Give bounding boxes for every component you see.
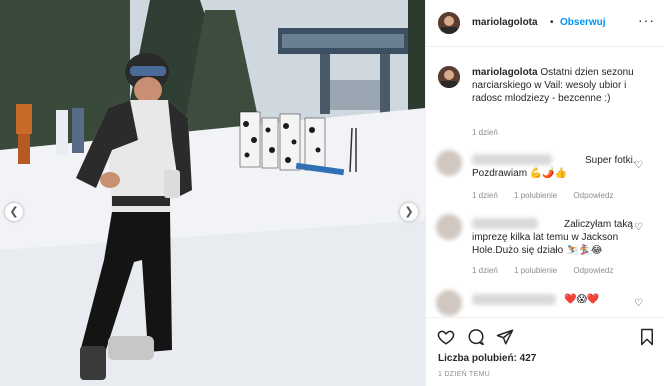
share-icon[interactable] bbox=[496, 328, 514, 346]
post-header: mariolagolota • Obserwuj ··· bbox=[426, 0, 664, 47]
commenter-avatar[interactable] bbox=[436, 214, 462, 240]
post-side-panel: mariolagolota • Obserwuj ··· mariolagolo… bbox=[425, 0, 664, 386]
commenter-name-blurred[interactable] bbox=[472, 294, 556, 305]
commenter-avatar[interactable] bbox=[436, 290, 462, 316]
comment-like-heart-icon[interactable]: ♡ bbox=[634, 160, 643, 171]
post-date[interactable]: 1 DZIEŃ TEMU bbox=[438, 371, 490, 378]
caption-avatar[interactable] bbox=[438, 66, 460, 88]
comment-like-heart-icon[interactable]: ♡ bbox=[634, 222, 643, 233]
header-separator: • bbox=[550, 17, 554, 28]
comment-text: Zaliczyłam taką imprezę kilka lat temu w… bbox=[472, 219, 633, 256]
comment-meta: 1 dzień 1 polubienie Odpowiedz bbox=[472, 191, 627, 200]
next-photo-arrow-icon[interactable]: ❯ bbox=[400, 203, 418, 221]
caption-username[interactable]: mariolagolota bbox=[472, 67, 538, 78]
bookmark-icon[interactable] bbox=[638, 328, 656, 346]
comment-text: Super fotki. Pozdrawiam 💪🌶️👍 bbox=[472, 155, 636, 179]
header-username[interactable]: mariolagolota bbox=[472, 17, 538, 28]
post-actions: Liczba polubień: 427 1 DZIEŃ TEMU bbox=[426, 317, 664, 386]
likes-number: 427 bbox=[519, 353, 537, 364]
post-photo[interactable]: ❮ ❯ bbox=[0, 0, 425, 386]
more-options-icon[interactable]: ··· bbox=[638, 12, 655, 28]
follow-button[interactable]: Obserwuj bbox=[560, 17, 606, 28]
likes-label: Liczba polubień: bbox=[438, 353, 517, 364]
comment-meta: 1 dzień 1 polubienie Odpowiedz bbox=[472, 266, 627, 275]
comment-likes[interactable]: 1 polubienie bbox=[514, 266, 557, 275]
heart-icon[interactable] bbox=[437, 328, 455, 346]
caption-timestamp[interactable]: 1 dzień bbox=[472, 128, 498, 137]
comment-like-heart-icon[interactable]: ♡ bbox=[634, 298, 643, 309]
comment-emoji: ⛷️🏂😂 bbox=[565, 245, 603, 256]
ski-slope-image bbox=[0, 0, 425, 386]
comment-likes[interactable]: 1 polubienie bbox=[514, 191, 557, 200]
caption-text: mariolagolota Ostatni dzien sezonu narci… bbox=[472, 66, 658, 105]
likes-count[interactable]: Liczba polubień: 427 bbox=[438, 353, 536, 364]
reply-button[interactable]: Odpowiedz bbox=[573, 191, 613, 200]
comment-emoji: 💪🌶️👍 bbox=[529, 168, 568, 179]
comment-emoji: ❤️😱❤️ bbox=[564, 294, 600, 305]
avatar[interactable] bbox=[438, 12, 460, 34]
comment-icon[interactable] bbox=[467, 328, 485, 346]
comment-time[interactable]: 1 dzień bbox=[472, 266, 498, 275]
comment-time[interactable]: 1 dzień bbox=[472, 191, 498, 200]
previous-photo-arrow-icon[interactable]: ❮ bbox=[5, 203, 23, 221]
reply-button[interactable]: Odpowiedz bbox=[573, 266, 613, 275]
commenter-avatar[interactable] bbox=[436, 150, 462, 176]
